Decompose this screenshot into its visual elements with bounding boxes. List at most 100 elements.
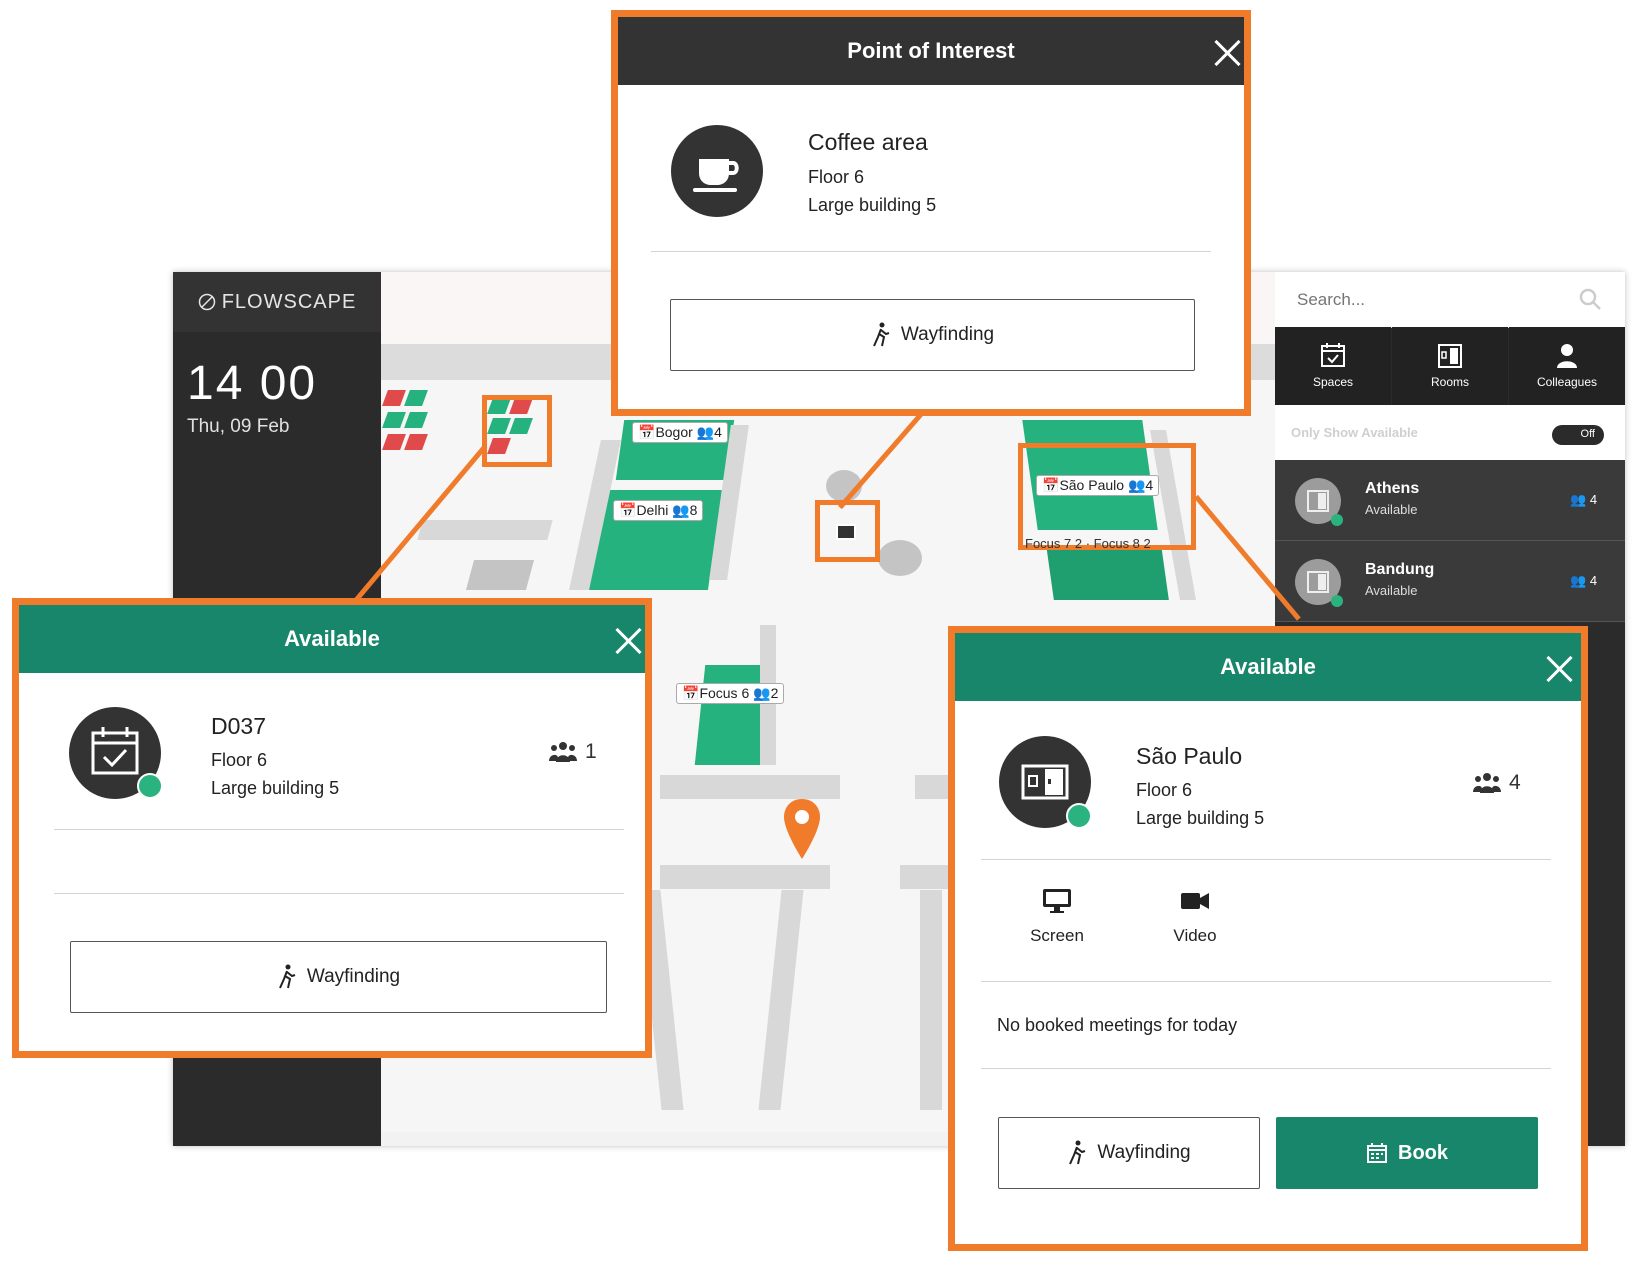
tab-colleagues[interactable]: Colleagues xyxy=(1509,327,1625,405)
flowscape-logo-icon xyxy=(198,293,215,311)
people-icon: 👥 xyxy=(696,424,715,440)
search-input[interactable] xyxy=(1295,286,1559,314)
map-label-cap: 2 xyxy=(1074,536,1083,550)
facility-video: Video xyxy=(1155,887,1235,946)
popup-header: Point of Interest xyxy=(618,17,1244,85)
status-dot xyxy=(1066,803,1092,829)
wayfinding-button[interactable]: Wayfinding xyxy=(70,941,607,1013)
poi-popup: Point of Interest Coffee area Floor 6 La… xyxy=(611,10,1251,416)
room-status: Available xyxy=(1365,502,1418,517)
tab-label: Spaces xyxy=(1312,375,1354,389)
map-label-text: Bogor xyxy=(655,424,693,440)
wayfinding-button[interactable]: Wayfinding xyxy=(998,1117,1260,1189)
monitor-icon xyxy=(1043,889,1071,913)
map-corridor-wall xyxy=(660,775,840,799)
calendar-icon: 📅 xyxy=(638,424,656,440)
close-button[interactable] xyxy=(614,627,642,655)
tab-spaces[interactable]: Spaces xyxy=(1275,327,1391,405)
map-block xyxy=(465,560,535,590)
status-dot xyxy=(1331,514,1343,526)
popup-header: Available xyxy=(955,633,1581,701)
map-corridor-wall xyxy=(660,865,830,889)
map-label-text: Focus 8 xyxy=(1093,536,1140,550)
search-icon[interactable] xyxy=(1578,287,1602,311)
coffee-cup-icon xyxy=(693,159,739,192)
popup-header: Available xyxy=(19,605,645,673)
only-available-toggle[interactable]: Off xyxy=(1552,425,1604,445)
room-capacity: 4 xyxy=(1473,771,1521,795)
clock-date: Thu, 09 Feb xyxy=(187,416,290,437)
room-floor: Floor 6 xyxy=(1136,780,1193,800)
map-label-text: Delhi xyxy=(636,502,669,518)
desk-cluster[interactable] xyxy=(382,390,440,470)
people-group-icon xyxy=(549,742,577,762)
wayfinding-label: Wayfinding xyxy=(306,966,401,987)
walking-person-icon xyxy=(872,322,890,347)
capacity-value: 4 xyxy=(1509,771,1521,794)
close-button[interactable] xyxy=(1545,655,1573,683)
walking-person-icon xyxy=(1069,1140,1086,1165)
map-label-cap: 2 xyxy=(1143,536,1151,550)
sao-paulo-highlight xyxy=(1018,443,1196,550)
map-label-delhi[interactable]: 📅Delhi 👥8 xyxy=(613,500,704,521)
walking-person-icon xyxy=(278,964,296,989)
room-name: Athens xyxy=(1365,480,1420,497)
people-icon: 👥 xyxy=(1570,492,1587,507)
meetings-status: No booked meetings for today xyxy=(997,1015,1238,1035)
round-table xyxy=(878,540,922,576)
desk-building: Large building 5 xyxy=(211,778,340,798)
divider xyxy=(981,859,1551,860)
tab-rooms[interactable]: Rooms xyxy=(1392,327,1508,405)
map-label-cap: 4 xyxy=(714,424,722,440)
map-corridor-wall xyxy=(920,890,942,1110)
calendar-icon xyxy=(1367,1143,1387,1163)
desk-capacity: 1 xyxy=(549,740,597,764)
room-capacity: 👥 4 xyxy=(1570,492,1597,508)
poi-building: Large building 5 xyxy=(808,195,937,215)
room-name: Bandung xyxy=(1365,561,1435,578)
book-label: Book xyxy=(1398,1141,1448,1164)
people-icon: 👥 xyxy=(672,502,690,518)
wayfinding-button[interactable]: Wayfinding xyxy=(670,299,1195,371)
clock-time: 14 00 xyxy=(187,357,318,410)
facility-label: Video xyxy=(1173,926,1217,945)
poi-floor: Floor 6 xyxy=(808,167,865,187)
room-focus[interactable] xyxy=(1046,545,1169,600)
video-camera-icon xyxy=(1181,893,1209,909)
logo: FLOWSCAPE xyxy=(173,272,381,332)
poi-name: Coffee area xyxy=(808,129,928,155)
map-label-focus-6[interactable]: 📅Focus 6 👥2 xyxy=(676,683,785,704)
door-icon xyxy=(1438,344,1462,368)
map-label-bogor[interactable]: 📅Bogor 👥4 xyxy=(632,422,728,443)
people-icon: 👥 xyxy=(753,685,771,701)
room-list-item[interactable]: Bandung Available 👥 4 xyxy=(1275,541,1625,622)
divider xyxy=(981,981,1551,982)
tab-label: Colleagues xyxy=(1536,375,1598,389)
map-label-text: Focus 6 xyxy=(699,685,750,701)
map-label-cap: 8 xyxy=(689,502,698,518)
filter-label: Only Show Available xyxy=(1291,425,1418,440)
poi-avatar xyxy=(671,125,763,217)
desk-name: D037 xyxy=(211,713,266,739)
facility-label: Screen xyxy=(1030,926,1084,945)
wayfinding-label: Wayfinding xyxy=(1097,1142,1191,1163)
close-button[interactable] xyxy=(1213,39,1241,67)
map-block xyxy=(417,520,553,540)
map-label-focus-7-8[interactable]: Focus 7 2 · Focus 8 2 xyxy=(1025,536,1185,550)
location-pin-icon xyxy=(784,799,820,859)
status-dot xyxy=(1331,595,1343,607)
facility-screen: Screen xyxy=(1017,887,1097,946)
room-list-item[interactable]: Athens Available 👥 4 xyxy=(1275,460,1625,541)
coffee-highlight xyxy=(815,500,880,562)
capacity-value: 4 xyxy=(1589,573,1598,588)
map-label-text: Focus 7 xyxy=(1025,536,1072,550)
room-popup: Available São Paulo Floor 6 Large buildi… xyxy=(948,626,1588,1251)
room-capacity: 👥 4 xyxy=(1570,573,1597,589)
book-button[interactable]: Book xyxy=(1276,1117,1538,1189)
divider xyxy=(981,1068,1551,1069)
calendar-icon: 📅 xyxy=(682,685,700,701)
divider xyxy=(54,829,624,830)
desk-popup: Available D037 Floor 6 Large building 5 … xyxy=(12,598,652,1058)
wayfinding-label: Wayfinding xyxy=(900,324,995,345)
logo-text: FLOWSCAPE xyxy=(221,290,357,313)
